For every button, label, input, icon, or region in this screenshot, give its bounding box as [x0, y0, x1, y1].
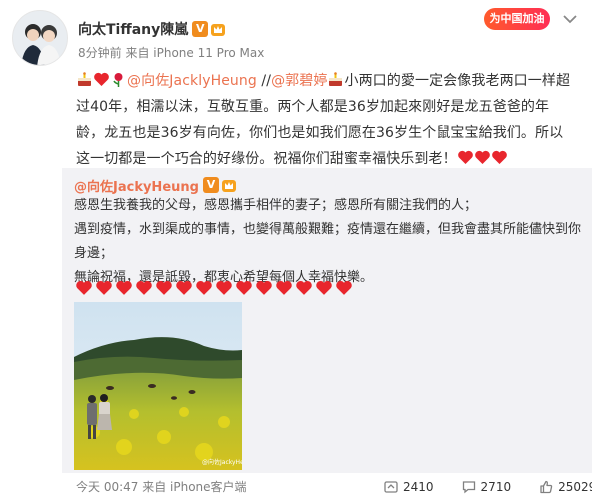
comment-count: 2710 [480, 480, 512, 494]
verified-badge-icon: V [202, 177, 219, 193]
repost-author-name[interactable]: @向佐JackyHeung [74, 176, 199, 195]
comment-button[interactable]: 2710 [462, 480, 512, 494]
repost-line: 遇到疫情，水到渠成的事情，也變得萬般艱難；疫情還在繼續，但我會盡其所能儘快到你身… [74, 222, 582, 261]
action-bar: 2410 2710 25029 [384, 478, 592, 496]
rose-emoji-icon [113, 73, 123, 87]
forward-icon [384, 481, 398, 493]
heart-emoji-icon [116, 281, 132, 295]
event-badge[interactable]: 为中国加油 [484, 8, 550, 30]
cake-emoji-icon [329, 72, 343, 86]
verified-badge-icon: V [192, 21, 209, 37]
comment-icon [462, 481, 475, 494]
repost-photo[interactable]: @向佐JackyHeung [74, 302, 242, 470]
repost-line: 感恩生我養我的父母，感恩攜手相伴的妻子；感恩所有關注我們的人； [74, 198, 478, 213]
chevron-down-icon[interactable] [562, 12, 578, 26]
heart-emoji-icon [196, 281, 212, 295]
heart-emoji-icon [176, 281, 192, 295]
heart-emoji-icon [296, 281, 312, 295]
forward-button[interactable]: 2410 [384, 480, 434, 494]
member-crown-icon [221, 180, 236, 192]
repost-text: 感恩生我養我的父母，感恩攜手相伴的妻子；感恩所有關注我們的人； 遇到疫情，水到渠… [74, 194, 582, 290]
heart-emoji-icon [256, 281, 272, 295]
repost-card[interactable]: @向佐JackyHeung V 感恩生我養我的父母，感恩攜手相伴的妻子；感恩所有… [62, 168, 592, 473]
author-name[interactable]: 向太Tiffany陳嵐 [78, 19, 188, 39]
heart-emoji-icon [94, 72, 109, 86]
repost-separator: // [256, 73, 272, 89]
heart-emoji-icon [156, 281, 172, 295]
post-text: @向佐JacklyHeung //@郭碧婷 小两口的愛一定会像我老两口一样超过4… [76, 68, 576, 172]
heart-emoji-icon [276, 281, 292, 295]
photo-watermark: @向佐JackyHeung [202, 458, 242, 466]
heart-emoji-icon [236, 281, 252, 295]
thumbs-up-icon [540, 480, 553, 494]
heart-emoji-row [74, 279, 354, 297]
repost-author-row: @向佐JackyHeung V [74, 174, 237, 196]
heart-emoji-icon [76, 281, 92, 295]
mention-link[interactable]: @向佐JacklyHeung [127, 73, 257, 89]
heart-emoji-icon [96, 281, 112, 295]
weibo-post: 向太Tiffany陳嵐 V 8分钟前 来自 iPhone 11 Pro Max … [0, 0, 592, 499]
author-avatar[interactable] [12, 10, 68, 66]
heart-emoji-icon [136, 281, 152, 295]
post-meta: 8分钟前 来自 iPhone 11 Pro Max [78, 46, 265, 60]
like-count: 25029 [558, 480, 592, 494]
forward-count: 2410 [403, 480, 434, 494]
heart-emoji-icon [457, 150, 473, 164]
heart-emoji-icon [336, 281, 352, 295]
heart-emoji-icon [316, 281, 332, 295]
heart-emoji-icon [491, 150, 507, 164]
heart-emoji-icon [474, 150, 490, 164]
repost-time: 今天 00:47 来自 iPhone客户端 [76, 480, 247, 494]
member-crown-icon [211, 24, 226, 36]
author-row: 向太Tiffany陳嵐 V [78, 18, 226, 40]
heart-emoji-icon [216, 281, 232, 295]
mention-link[interactable]: @郭碧婷 [271, 73, 327, 89]
like-button[interactable]: 25029 [539, 480, 592, 494]
cake-emoji-icon [78, 72, 91, 86]
